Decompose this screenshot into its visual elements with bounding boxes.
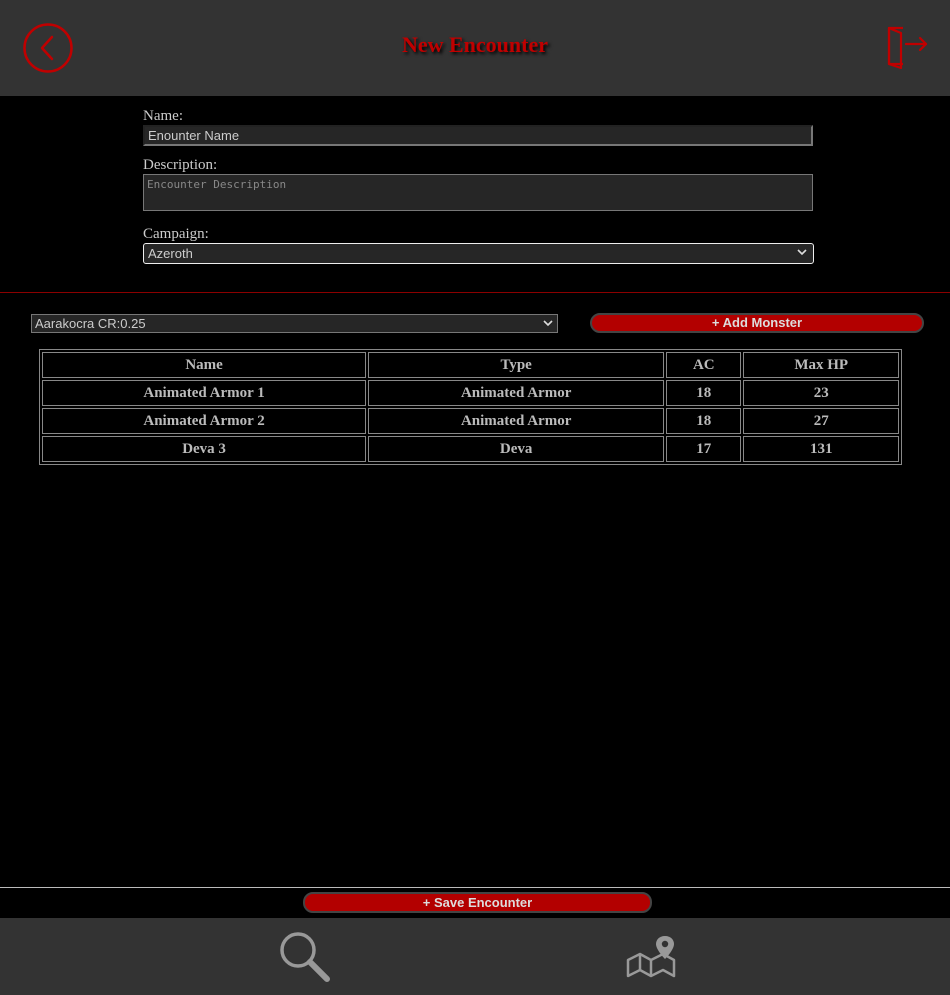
cell-ac: 17 <box>666 436 742 462</box>
nav-map-button[interactable] <box>624 934 678 978</box>
cell-name: Deva 3 <box>42 436 367 462</box>
cell-type: Deva <box>368 436 665 462</box>
add-monster-button[interactable]: + Add Monster <box>590 313 924 333</box>
table-row[interactable]: Animated Armor 2 Animated Armor 18 27 <box>42 408 899 434</box>
table-row[interactable]: Deva 3 Deva 17 131 <box>42 436 899 462</box>
section-divider <box>0 292 950 293</box>
encounter-form: Name: Description: Campaign: Azeroth <box>143 108 814 264</box>
column-header-type[interactable]: Type <box>368 352 665 378</box>
nav-search-button[interactable] <box>278 930 332 984</box>
cell-name: Animated Armor 2 <box>42 408 367 434</box>
logout-button[interactable] <box>884 24 930 70</box>
cell-max-hp: 27 <box>743 408 899 434</box>
search-icon <box>280 932 330 982</box>
cell-ac: 18 <box>666 408 742 434</box>
description-label: Description: <box>143 157 218 173</box>
column-header-ac[interactable]: AC <box>666 352 742 378</box>
monster-table: Name Type AC Max HP Animated Armor 1 Ani… <box>39 349 902 465</box>
monster-select[interactable]: Aarakocra CR:0.25 <box>31 314 558 333</box>
chevron-down-icon <box>543 320 553 327</box>
column-header-name[interactable]: Name <box>42 352 367 378</box>
save-encounter-button[interactable]: + Save Encounter <box>303 892 652 913</box>
map-pin-icon <box>626 936 676 978</box>
cell-ac: 18 <box>666 380 742 406</box>
app-header: New Encounter <box>0 0 950 96</box>
column-header-max-hp[interactable]: Max HP <box>743 352 899 378</box>
campaign-label: Campaign: <box>143 226 209 242</box>
cell-max-hp: 23 <box>743 380 899 406</box>
cell-type: Animated Armor <box>368 408 665 434</box>
cell-type: Animated Armor <box>368 380 665 406</box>
page-title: New Encounter <box>401 32 549 57</box>
campaign-selected-value: Azeroth <box>148 246 193 261</box>
logout-door-icon <box>887 26 928 70</box>
name-label: Name: <box>143 108 183 124</box>
footer-divider <box>0 887 950 888</box>
table-header-row: Name Type AC Max HP <box>42 352 899 378</box>
chevron-down-icon <box>797 249 807 256</box>
description-textarea[interactable] <box>143 174 813 211</box>
cell-name: Animated Armor 1 <box>42 380 367 406</box>
bottom-nav <box>0 918 950 995</box>
monster-selected-value: Aarakocra CR:0.25 <box>35 316 146 331</box>
cell-max-hp: 131 <box>743 436 899 462</box>
campaign-select[interactable]: Azeroth <box>143 243 814 264</box>
name-input[interactable] <box>143 125 813 146</box>
table-row[interactable]: Animated Armor 1 Animated Armor 18 23 <box>42 380 899 406</box>
